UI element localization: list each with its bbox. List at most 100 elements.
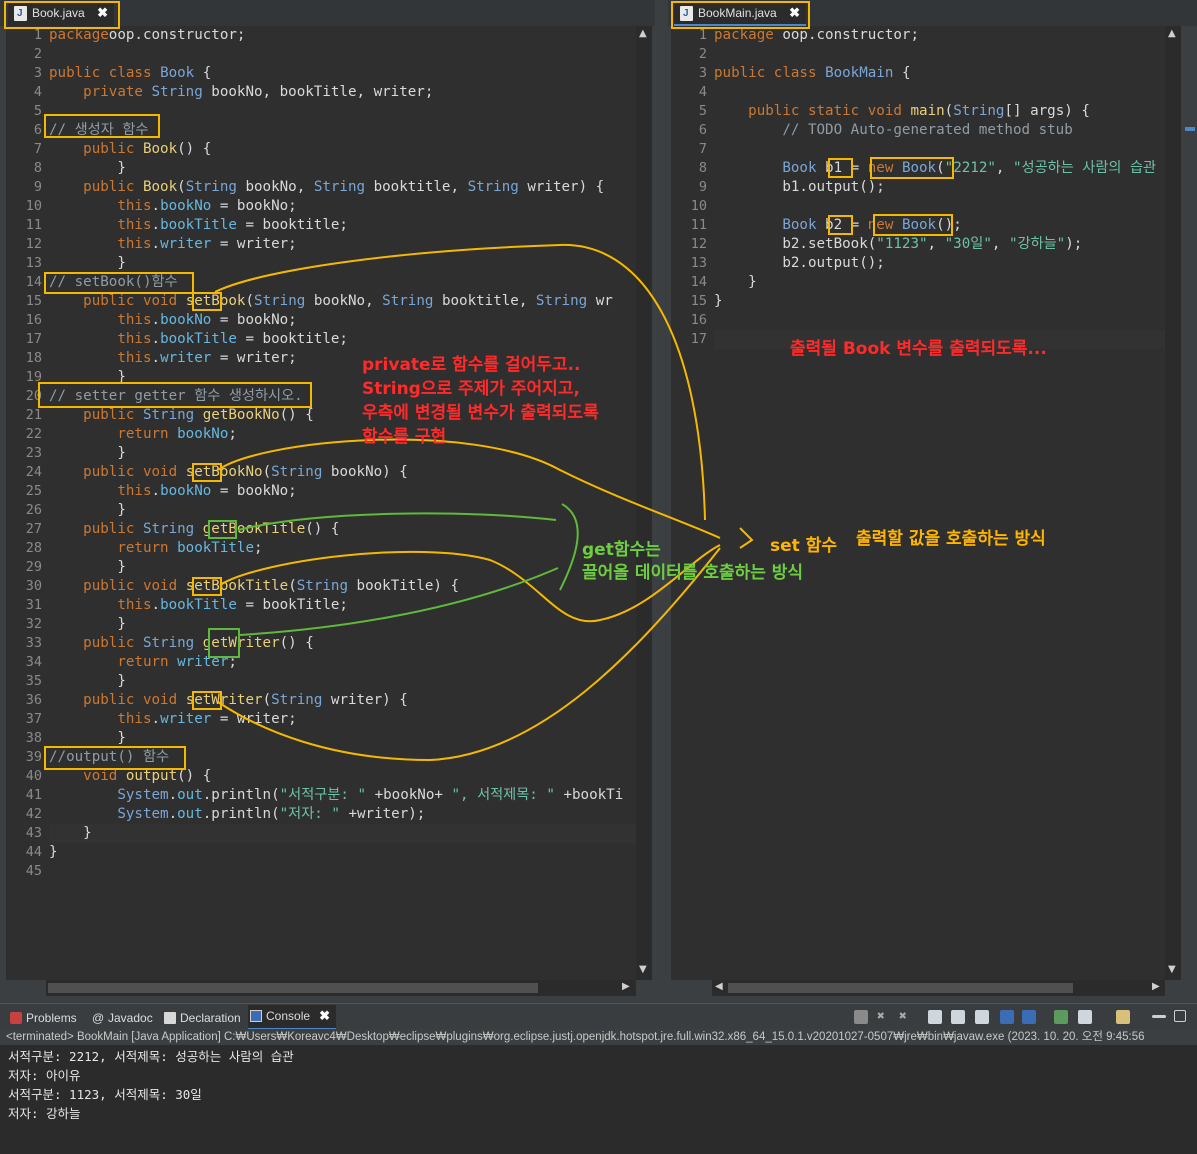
code-token: public xyxy=(83,464,135,480)
book-java-editor[interactable]: 1 packageoop.constructor; 2 3 public class B… xyxy=(6,26,636,980)
line-number: 13 xyxy=(25,255,42,271)
code-token: ; xyxy=(228,426,237,442)
code-token: main xyxy=(910,103,945,119)
scroll-left-arrow[interactable]: ◀ xyxy=(715,981,723,992)
code-token: . xyxy=(151,236,161,252)
code-token: String xyxy=(271,692,323,708)
scroll-thumb[interactable] xyxy=(48,983,538,993)
code-token: { xyxy=(194,65,212,81)
code-line: } xyxy=(49,558,636,577)
b2-variable-box xyxy=(828,215,853,235)
code-token: , xyxy=(927,236,945,252)
code-token: = bookNo; xyxy=(211,198,297,214)
code-token: bookTitle xyxy=(160,217,237,233)
code-token: private xyxy=(83,84,143,100)
tab-bookmain-highlight-box xyxy=(671,1,810,29)
left-vertical-scrollbar[interactable]: ▲ ▼ xyxy=(636,26,652,980)
line-number: 15 xyxy=(690,293,707,309)
code-token: Book xyxy=(782,160,817,176)
code-token: String xyxy=(953,103,1005,119)
word-wrap-icon[interactable] xyxy=(975,1010,989,1024)
show-on-output-icon[interactable] xyxy=(1000,1010,1014,1024)
line-number: 4 xyxy=(698,84,707,100)
code-token: = writer; xyxy=(211,236,297,252)
annotation-private-note-3: 우측에 변경될 변수가 출력되도록 xyxy=(362,403,599,423)
scroll-right-arrow[interactable]: ▶ xyxy=(622,981,630,992)
code-token: public xyxy=(83,521,135,537)
scroll-thumb[interactable] xyxy=(728,983,1073,993)
code-token: return xyxy=(117,654,169,670)
code-token: bookTitle xyxy=(177,540,255,556)
console-output[interactable]: 서적구분: 2212, 서적제목: 성공하는 사람의 습관 저자: 아이유 서적구분… xyxy=(0,1045,1197,1154)
show-on-error-icon[interactable] xyxy=(1022,1010,1036,1024)
clear-console-icon[interactable] xyxy=(951,1010,965,1024)
code-token: , xyxy=(991,236,1009,252)
code-token: ( xyxy=(177,179,186,195)
code-token: () { xyxy=(305,521,340,537)
new-console-icon[interactable] xyxy=(1116,1010,1130,1024)
close-icon[interactable]: ✖ xyxy=(319,1005,330,1027)
scroll-up-arrow[interactable]: ▲ xyxy=(1168,28,1176,39)
remove-all-icon[interactable]: ✖ xyxy=(899,1010,913,1024)
code-token: . xyxy=(151,217,161,233)
line-number: 24 xyxy=(25,464,42,480)
editor-divider[interactable] xyxy=(652,26,668,1000)
scroll-down-arrow[interactable]: ▼ xyxy=(639,964,647,975)
code-token: bookNo, xyxy=(305,293,383,309)
maximize-icon[interactable] xyxy=(1174,1010,1186,1022)
code-token: BookMain xyxy=(825,65,894,81)
right-vertical-scrollbar[interactable]: ▲ ▼ xyxy=(1165,26,1181,980)
scroll-lock-icon[interactable] xyxy=(928,1010,942,1024)
code-line: b2.output(); xyxy=(714,254,1165,273)
terminate-icon[interactable] xyxy=(854,1010,868,1024)
tab-javadoc[interactable]: @ Javadoc xyxy=(90,1007,153,1029)
console-line: 저자: 아이유 xyxy=(8,1068,81,1083)
code-token: +writer); xyxy=(339,806,426,822)
line-number: 11 xyxy=(25,217,42,233)
left-horizontal-scrollbar[interactable]: ▶ xyxy=(46,980,636,996)
code-token: public xyxy=(748,103,800,119)
code-token: ( xyxy=(262,692,272,708)
code-token: . xyxy=(151,198,161,214)
code-token: wr xyxy=(587,293,613,309)
scroll-right-arrow[interactable]: ▶ xyxy=(1152,981,1160,992)
annotation-private-note-4: 함수를 구현 xyxy=(362,427,447,447)
line-number: 14 xyxy=(25,274,42,290)
tab-declaration[interactable]: Declaration xyxy=(162,1007,241,1029)
code-line: public void setBookNo(String bookNo) { xyxy=(49,463,636,482)
scroll-down-arrow[interactable]: ▼ xyxy=(1168,964,1176,975)
javadoc-icon: @ xyxy=(92,1011,105,1025)
scroll-up-arrow[interactable]: ▲ xyxy=(639,28,647,39)
right-horizontal-scrollbar[interactable]: ◀ ▶ xyxy=(712,980,1165,996)
line-number: 11 xyxy=(690,217,707,233)
code-line: public Book() { xyxy=(49,140,636,159)
line-number: 3 xyxy=(33,65,42,81)
code-token: () { xyxy=(177,141,212,157)
remove-launch-icon[interactable]: ✖ xyxy=(877,1010,891,1024)
line-number: 8 xyxy=(698,160,707,176)
code-line: private String bookNo, bookTitle, writer… xyxy=(49,83,636,102)
code-token: package xyxy=(714,27,774,43)
code-token: Book xyxy=(160,65,195,81)
minimize-icon[interactable] xyxy=(1152,1015,1166,1018)
code-token: writer xyxy=(160,350,212,366)
pin-console-icon[interactable] xyxy=(1054,1010,1068,1024)
code-token: this xyxy=(117,217,152,233)
tab-problems[interactable]: Problems xyxy=(8,1007,77,1029)
tab-console[interactable]: Console ✖ xyxy=(248,1005,337,1030)
display-console-icon[interactable] xyxy=(1078,1010,1092,1024)
code-token: } xyxy=(49,844,58,860)
code-token: void xyxy=(142,578,178,594)
code-token: () { xyxy=(279,635,314,651)
code-token: } xyxy=(49,825,92,841)
